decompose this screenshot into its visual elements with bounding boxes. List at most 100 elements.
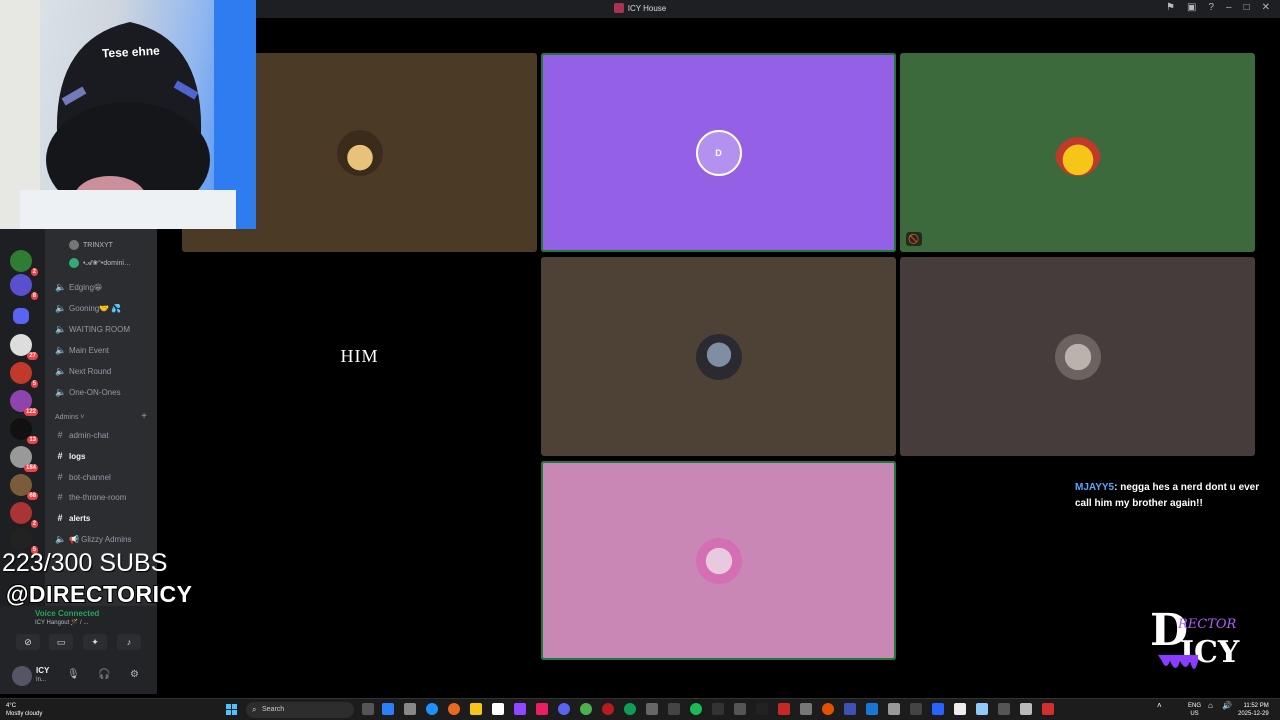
voice-channel[interactable]: 🔈 Main Event — [55, 345, 109, 356]
voice-status[interactable]: Voice Connected — [35, 609, 99, 618]
channel-name: bot-channel — [69, 472, 111, 482]
app-icon[interactable] — [976, 703, 988, 715]
microphone-icon[interactable]: 🎙 — [67, 669, 80, 680]
voice-channel[interactable]: 🔈 WAITING ROOM — [55, 324, 130, 335]
twitch-icon[interactable] — [514, 703, 526, 715]
app-icon[interactable] — [800, 703, 812, 715]
activities-icon[interactable]: ✦ — [83, 634, 107, 650]
lang-bottom: US — [1190, 711, 1199, 717]
server-icon[interactable]: 8 — [10, 274, 38, 300]
voice-member[interactable]: TRINXYT — [69, 240, 113, 250]
server-icon[interactable]: 13 — [10, 418, 38, 444]
minimize-icon[interactable]: – — [1226, 2, 1232, 13]
volume-icon[interactable]: 🔊 — [1222, 702, 1232, 710]
app-icon[interactable] — [756, 703, 768, 715]
language-indicator[interactable]: ENG US — [1188, 702, 1201, 718]
app-icon[interactable] — [536, 703, 548, 715]
participant-tile[interactable]: D — [541, 53, 896, 252]
voice-channel[interactable]: 🔈 Next Round — [55, 366, 111, 377]
clock[interactable]: 11:52 PM 2025-12-29 — [1238, 702, 1269, 718]
server-icon[interactable]: 2 — [10, 250, 38, 276]
participant-tile[interactable] — [541, 257, 896, 456]
channel-name: logs — [69, 451, 86, 461]
voice-channel-name[interactable]: ICY Hangout 🪄 / ... — [35, 619, 88, 626]
close-icon[interactable]: ✕ — [1262, 2, 1270, 13]
screenshare-icon[interactable]: ▭ — [49, 634, 73, 650]
category-admins[interactable]: Admins ˅ — [55, 414, 84, 421]
text-channel[interactable]: # the-throne-room — [55, 492, 126, 502]
app-icon[interactable] — [998, 703, 1010, 715]
opera-icon[interactable] — [602, 703, 614, 715]
tray-overflow-icon[interactable]: ˄ — [1157, 702, 1162, 710]
voice-member[interactable]: •𝓐❀°•domini… — [69, 258, 131, 268]
file-explorer-icon[interactable] — [470, 703, 482, 715]
voice-channel[interactable]: 🔈 Edging😁 — [55, 282, 102, 293]
text-channel[interactable]: # admin-chat — [55, 430, 108, 440]
server-icon[interactable]: 27 — [10, 334, 38, 360]
app-icon[interactable] — [932, 703, 944, 715]
app-icon[interactable] — [778, 703, 790, 715]
taskbar-search[interactable]: ⌕ Search — [246, 702, 354, 718]
spotify-icon[interactable] — [690, 703, 702, 715]
voice-channel[interactable]: 🔈 One-ON-Ones — [55, 387, 121, 398]
app-icon[interactable] — [646, 703, 658, 715]
firefox-icon[interactable] — [448, 703, 460, 715]
headphones-icon[interactable]: 🎧 — [98, 669, 110, 680]
chrome-icon[interactable] — [580, 703, 592, 715]
server-icon[interactable]: 68 — [10, 474, 38, 500]
app-icon[interactable] — [734, 703, 746, 715]
soundboard-icon[interactable]: ♪ — [117, 634, 141, 650]
app-icon[interactable] — [822, 703, 834, 715]
text-channel[interactable]: # logs — [55, 451, 85, 461]
text-channel[interactable]: # alerts — [55, 513, 90, 523]
voice-channel[interactable]: 🔈 📢 Glizzy Admins — [55, 534, 131, 545]
server-icon[interactable]: 184 — [10, 446, 38, 472]
voice-channel[interactable]: 🔈 Gooning🤝 💦 — [55, 303, 121, 314]
participant-tile[interactable]: HIM — [182, 257, 537, 456]
discord-icon[interactable] — [558, 703, 570, 715]
maximize-icon[interactable]: □ — [1244, 2, 1250, 13]
weather-widget[interactable]: 4°C Mostly cloudy — [6, 702, 42, 718]
text-channel[interactable]: # bot-channel — [55, 472, 111, 482]
speaker-icon: 🔈 — [55, 534, 67, 544]
server-icon[interactable]: 5 — [10, 528, 38, 554]
server-icon[interactable]: 2 — [10, 502, 38, 528]
app-icon[interactable] — [1020, 703, 1032, 715]
app-icon[interactable] — [712, 703, 724, 715]
help-icon[interactable]: ? — [1208, 2, 1214, 13]
server-folder-icon[interactable] — [13, 308, 29, 324]
app-icon[interactable] — [624, 703, 636, 715]
camera-off-icon[interactable]: ⊘ — [16, 634, 40, 650]
participant-tile[interactable] — [900, 257, 1255, 456]
steam-icon[interactable] — [866, 703, 878, 715]
server-icon[interactable]: 122 — [10, 390, 38, 416]
network-icon[interactable]: ⌂ — [1208, 702, 1213, 710]
search-placeholder: Search — [262, 706, 285, 713]
start-icon[interactable] — [226, 704, 237, 715]
app-icon[interactable] — [844, 703, 856, 715]
window-title-text: ICY House — [627, 4, 667, 13]
screen-icon[interactable]: ▣ — [1187, 2, 1196, 13]
x-icon[interactable] — [954, 703, 966, 715]
participant-tile[interactable] — [541, 461, 896, 660]
helmet-avatar — [695, 333, 742, 380]
logo-text-top: RECTOR — [1178, 617, 1237, 632]
app-icon[interactable] — [668, 703, 680, 715]
speaker-icon: 🔈 — [55, 345, 67, 355]
webcam-image — [0, 0, 256, 229]
task-view-icon[interactable] — [362, 703, 374, 715]
weather-temp: 4°C — [6, 703, 17, 709]
app-icon[interactable] — [404, 703, 416, 715]
edge-icon[interactable] — [426, 703, 438, 715]
inbox-icon[interactable]: ⚑ — [1166, 2, 1175, 13]
add-channel-icon[interactable]: + — [141, 411, 147, 422]
copilot-icon[interactable] — [382, 703, 394, 715]
server-icon[interactable]: 5 — [10, 362, 38, 388]
app-icon[interactable] — [888, 703, 900, 715]
settings-icon[interactable]: ⚙ — [130, 669, 139, 680]
avatar[interactable] — [12, 666, 32, 686]
participant-tile[interactable]: 🚫 — [900, 53, 1255, 252]
app-icon[interactable] — [910, 703, 922, 715]
app-icon[interactable] — [1042, 703, 1054, 715]
notepad-icon[interactable] — [492, 703, 504, 715]
